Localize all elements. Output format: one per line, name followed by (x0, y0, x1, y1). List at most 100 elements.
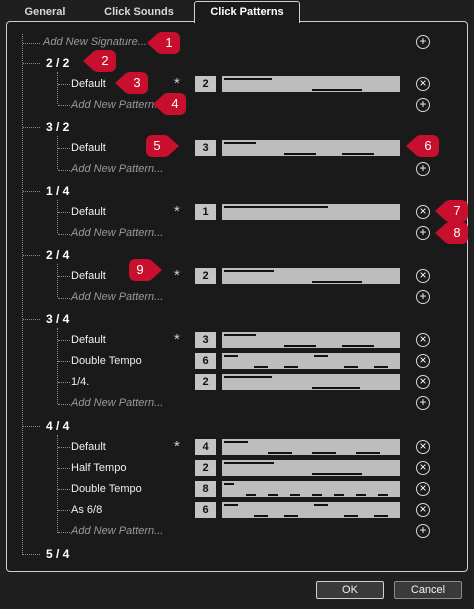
pattern-count[interactable]: 4 (195, 439, 216, 455)
cancel-button[interactable]: Cancel (394, 581, 462, 599)
ok-button[interactable]: OK (316, 581, 384, 599)
tree-branch (23, 426, 40, 427)
pattern-count[interactable]: 2 (195, 460, 216, 476)
callout-6-label: 6 (406, 135, 442, 157)
pattern-editor[interactable] (222, 140, 400, 156)
add-new-pattern-link[interactable]: Add New Pattern... (71, 397, 163, 409)
pattern-editor[interactable] (222, 353, 400, 369)
add-new-signature-link[interactable]: Add New Signature... (43, 36, 147, 48)
add-new-pattern-link[interactable]: Add New Pattern... (71, 163, 163, 175)
pattern-editor[interactable] (222, 332, 400, 348)
signature-3-2[interactable]: 3 / 2 (46, 120, 69, 134)
accent-mark (312, 89, 362, 91)
pattern-name[interactable]: As 6/8 (71, 504, 102, 516)
pattern-count[interactable]: 3 (195, 332, 216, 348)
pattern-count[interactable]: 2 (195, 76, 216, 92)
pattern-name[interactable]: Default (71, 142, 106, 154)
pattern-editor[interactable] (222, 76, 400, 92)
remove-pattern-icon[interactable]: × (416, 269, 430, 283)
pattern-editor[interactable] (222, 481, 400, 497)
remove-pattern-icon[interactable]: × (416, 375, 430, 389)
remove-pattern-icon[interactable]: × (416, 205, 430, 219)
signature-3-4[interactable]: 3 / 4 (46, 312, 69, 326)
accent-mark (342, 345, 374, 347)
add-pattern-icon[interactable]: + (416, 98, 430, 112)
pattern-name[interactable]: Default (71, 334, 106, 346)
accent-mark (224, 504, 238, 506)
accent-mark (254, 515, 268, 517)
accent-mark (224, 441, 248, 443)
signature-4-4[interactable]: 4 / 4 (46, 419, 69, 433)
tree-branch (58, 276, 70, 277)
pattern-name[interactable]: Default (71, 441, 106, 453)
callout-8-label: 8 (435, 222, 471, 244)
add-new-pattern-link[interactable]: Add New Pattern... (71, 291, 163, 303)
callout-number: 7 (453, 203, 461, 218)
add-new-pattern-link[interactable]: Add New Pattern... (71, 525, 163, 537)
pattern-editor[interactable] (222, 460, 400, 476)
pattern-count[interactable]: 1 (195, 204, 216, 220)
add-new-pattern-link[interactable]: Add New Pattern... (71, 227, 163, 239)
tree-branch (58, 170, 70, 171)
tab-click-sounds[interactable]: Click Sounds (84, 3, 194, 22)
pattern-count[interactable]: 8 (195, 481, 216, 497)
tree-trunk-sub (57, 72, 58, 104)
accent-mark (284, 515, 298, 517)
signature-2-2[interactable]: 2 / 2 (46, 56, 69, 70)
add-pattern-icon[interactable]: + (416, 524, 430, 538)
pattern-name[interactable]: Default (71, 270, 106, 282)
add-pattern-icon[interactable]: + (416, 226, 430, 240)
tree-branch (23, 63, 40, 64)
pattern-editor[interactable] (222, 204, 400, 220)
remove-pattern-icon[interactable]: × (416, 503, 430, 517)
callout-number: 6 (424, 138, 432, 153)
remove-pattern-icon[interactable]: × (416, 440, 430, 454)
tab-general[interactable]: General (6, 3, 84, 22)
tree-branch (58, 382, 70, 383)
pattern-name[interactable]: Double Tempo (71, 355, 142, 367)
callout-1-label: 1 (147, 32, 183, 54)
add-pattern-icon[interactable]: + (416, 162, 430, 176)
pattern-editor[interactable] (222, 502, 400, 518)
callout-3-label: 3 (115, 72, 151, 94)
tree-branch (58, 212, 70, 213)
pattern-count[interactable]: 6 (195, 353, 216, 369)
remove-pattern-icon[interactable]: × (416, 482, 430, 496)
callout-number: 3 (133, 75, 141, 90)
accent-mark (224, 334, 256, 336)
remove-pattern-icon[interactable]: × (416, 77, 430, 91)
add-pattern-icon[interactable]: + (416, 396, 430, 410)
signature-2-4[interactable]: 2 / 4 (46, 248, 69, 262)
accent-mark (344, 515, 358, 517)
pattern-editor[interactable] (222, 439, 400, 455)
pattern-count[interactable]: 2 (195, 374, 216, 390)
add-signature-icon[interactable]: + (416, 35, 430, 49)
callout-number: 8 (453, 225, 461, 240)
pattern-name[interactable]: Double Tempo (71, 483, 142, 495)
pattern-name[interactable]: Default (71, 206, 106, 218)
pattern-name[interactable]: 1/4. (71, 376, 89, 388)
add-pattern-icon[interactable]: + (416, 290, 430, 304)
callout-number: 9 (136, 262, 144, 277)
pattern-count[interactable]: 6 (195, 502, 216, 518)
remove-pattern-icon[interactable]: × (416, 333, 430, 347)
remove-pattern-icon[interactable]: × (416, 354, 430, 368)
add-new-pattern-link[interactable]: Add New Pattern... (71, 99, 163, 111)
pattern-editor[interactable] (222, 268, 400, 284)
click-patterns-panel: Add New Signature... + 2 / 2 Default * 2… (6, 21, 468, 572)
tree-branch (58, 468, 70, 469)
callout-4-label: 4 (153, 93, 189, 115)
pattern-name[interactable]: Half Tempo (71, 462, 126, 474)
pattern-count[interactable]: 2 (195, 268, 216, 284)
signature-1-4[interactable]: 1 / 4 (46, 184, 69, 198)
signature-5-4[interactable]: 5 / 4 (46, 547, 69, 561)
accent-mark (224, 462, 274, 464)
remove-pattern-icon[interactable]: × (416, 461, 430, 475)
accent-mark (254, 366, 268, 368)
tree-branch (58, 84, 70, 85)
pattern-count[interactable]: 3 (195, 140, 216, 156)
pattern-editor[interactable] (222, 374, 400, 390)
accent-mark (312, 494, 322, 496)
pattern-name[interactable]: Default (71, 78, 106, 90)
tab-click-patterns[interactable]: Click Patterns (194, 1, 300, 23)
